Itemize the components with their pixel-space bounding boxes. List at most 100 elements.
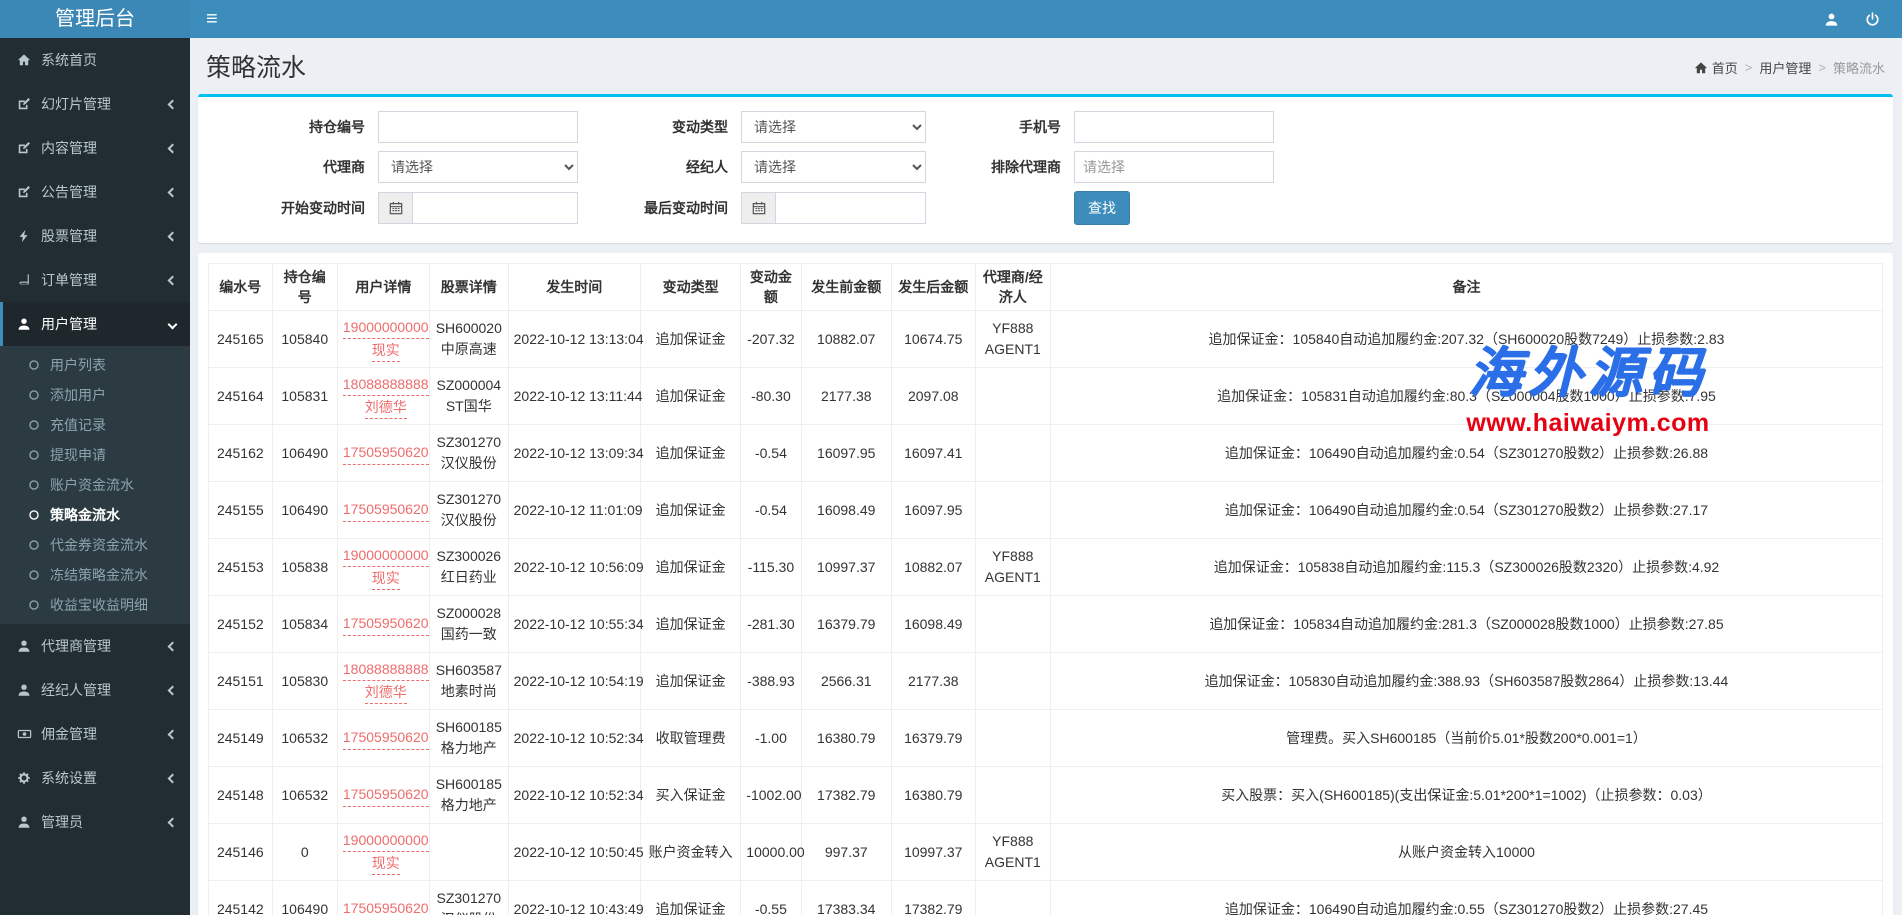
user-cell: 17505950620 (337, 596, 429, 653)
before-amount-cell: 16098.49 (801, 482, 891, 539)
user-detail-link[interactable]: 17505950620 (343, 726, 429, 749)
agent-cell (975, 425, 1050, 482)
position-id-input[interactable] (378, 111, 578, 143)
user-detail-link[interactable]: 17505950620 (343, 441, 429, 464)
remark-cell: 追加保证金：106490自动追加履约金:0.55（SZ301270股数2）止损参… (1050, 881, 1882, 915)
position-id-cell: 105834 (272, 596, 337, 653)
column-header: 备注 (1050, 264, 1882, 311)
table-row: 24514910653217505950620SH600185格力地产2022-… (209, 710, 1883, 767)
last-change-time-input[interactable] (775, 192, 926, 224)
phone-input[interactable] (1074, 111, 1274, 143)
sidebar-toggle-icon[interactable]: ≡ (190, 0, 234, 38)
user-detail-link[interactable]: 18088888888刘德华 (343, 373, 429, 420)
stock-cell: SZ301270汉仪股份 (429, 425, 508, 482)
sidebar-item-orders[interactable]: 订单管理 (0, 258, 190, 302)
table-row: 24515310583819000000000现实SZ300026红日药业202… (209, 539, 1883, 596)
column-header: 发生前金额 (801, 264, 891, 311)
breadcrumb-link[interactable]: 用户管理 (1759, 58, 1811, 77)
remark-cell: 追加保证金：105840自动追加履约金:207.32（SH600020股数724… (1050, 311, 1882, 368)
sidebar-item-notice[interactable]: 公告管理 (0, 170, 190, 214)
chevron-left-icon (168, 231, 178, 241)
user-detail-link[interactable]: 17505950620 (343, 498, 429, 521)
sidebar-item-system-settings[interactable]: 系统设置 (0, 756, 190, 800)
sidebar-item-label: 经纪人管理 (41, 680, 111, 700)
sidebar-subitem-frozen-strategy-flow[interactable]: 冻结策略金流水 (0, 560, 190, 590)
column-header: 发生时间 (508, 264, 640, 311)
sidebar-submenu-users: 用户列表添加用户充值记录提现申请账户资金流水策略金流水代金券资金流水冻结策略金流… (0, 346, 190, 624)
stock-cell (429, 824, 508, 881)
sidebar-subitem-add-user[interactable]: 添加用户 (0, 380, 190, 410)
position-id-cell: 105840 (272, 311, 337, 368)
flow-id-cell: 245152 (209, 596, 273, 653)
before-amount-cell: 997.37 (801, 824, 891, 881)
sidebar-item-brokers[interactable]: 经纪人管理 (0, 668, 190, 712)
after-amount-cell: 16379.79 (891, 710, 975, 767)
table-row: 24515110583018088888888刘德华SH603587地素时尚20… (209, 653, 1883, 710)
user-detail-link[interactable]: 19000000000现实 (343, 829, 429, 876)
position-id-cell: 105830 (272, 653, 337, 710)
main-content: 策略流水 首页>用户管理>策略流水 持仓编号变动类型请选择手机号代理商请选择经纪… (190, 38, 1902, 915)
user-detail-link[interactable]: 17505950620 (343, 897, 429, 915)
sidebar-subitem-voucher-funds-flow[interactable]: 代金券资金流水 (0, 530, 190, 560)
search-button[interactable]: 查找 (1074, 191, 1130, 225)
book-icon (17, 273, 41, 287)
amount-cell: 10000.00 (741, 824, 801, 881)
sidebar-subitem-label: 充值记录 (50, 415, 106, 435)
flow-id-cell: 245151 (209, 653, 273, 710)
sidebar-subitem-strategy-funds-flow[interactable]: 策略金流水 (0, 500, 190, 530)
sidebar-subitem-recharge-records[interactable]: 充值记录 (0, 410, 190, 440)
chevron-left-icon (168, 99, 178, 109)
user-detail-link[interactable]: 17505950620 (343, 612, 429, 635)
sidebar-subitem-shouyibao-details[interactable]: 收益宝收益明细 (0, 590, 190, 620)
sidebar-item-commission[interactable]: 佣金管理 (0, 712, 190, 756)
exclude-agent-input[interactable] (1074, 151, 1274, 183)
sidebar-subitem-label: 账户资金流水 (50, 475, 134, 495)
sidebar-item-stocks[interactable]: 股票管理 (0, 214, 190, 258)
stock-cell: SH600185格力地产 (429, 767, 508, 824)
agent-label: 代理商 (198, 157, 378, 177)
sidebar-subitem-account-funds-flow[interactable]: 账户资金流水 (0, 470, 190, 500)
user-icon[interactable] (1824, 12, 1839, 27)
user-cell: 18088888888刘德华 (337, 653, 429, 710)
change-type-cell: 买入保证金 (640, 767, 740, 824)
agent-cell (975, 767, 1050, 824)
change-type-cell: 追加保证金 (640, 539, 740, 596)
chevron-left-icon (168, 773, 178, 783)
sidebar-subitem-withdraw-requests[interactable]: 提现申请 (0, 440, 190, 470)
time-cell: 2022-10-12 10:55:34 (508, 596, 640, 653)
user-icon (17, 683, 41, 697)
flow-id-cell: 245148 (209, 767, 273, 824)
user-detail-link[interactable]: 18088888888刘德华 (343, 658, 429, 705)
sidebar-item-slides[interactable]: 幻灯片管理 (0, 82, 190, 126)
agent-cell: YF888AGENT1 (975, 311, 1050, 368)
sidebar-item-system-home[interactable]: 系统首页 (0, 38, 190, 82)
start-change-time-input[interactable] (412, 192, 578, 224)
sidebar-item-label: 内容管理 (41, 138, 97, 158)
change-type-cell: 追加保证金 (640, 368, 740, 425)
sidebar-item-admins[interactable]: 管理员 (0, 800, 190, 844)
breadcrumb-home-link[interactable]: 首页 (1694, 58, 1738, 77)
sidebar-item-users[interactable]: 用户管理 (0, 302, 190, 346)
table-row: 245146019000000000现实2022-10-12 10:50:45账… (209, 824, 1883, 881)
power-icon[interactable] (1865, 12, 1880, 27)
after-amount-cell: 16097.95 (891, 482, 975, 539)
sidebar-item-agents[interactable]: 代理商管理 (0, 624, 190, 668)
user-detail-link[interactable]: 19000000000现实 (343, 544, 429, 591)
agent-cell (975, 596, 1050, 653)
sidebar-item-content[interactable]: 内容管理 (0, 126, 190, 170)
before-amount-cell: 2177.38 (801, 368, 891, 425)
chevron-left-icon (168, 817, 178, 827)
user-detail-link[interactable]: 19000000000现实 (343, 316, 429, 363)
amount-cell: -80.30 (741, 368, 801, 425)
broker-select[interactable]: 请选择 (741, 151, 926, 183)
brand-logo[interactable]: 管理后台 (0, 0, 190, 38)
change-type-select[interactable]: 请选择 (741, 111, 926, 143)
sidebar-subitem-user-list[interactable]: 用户列表 (0, 350, 190, 380)
time-cell: 2022-10-12 11:01:09 (508, 482, 640, 539)
user-detail-link[interactable]: 17505950620 (343, 783, 429, 806)
before-amount-cell: 17382.79 (801, 767, 891, 824)
user-cell: 17505950620 (337, 482, 429, 539)
table-row: 24514810653217505950620SH600185格力地产2022-… (209, 767, 1883, 824)
before-amount-cell: 10997.37 (801, 539, 891, 596)
agent-select[interactable]: 请选择 (378, 151, 578, 183)
